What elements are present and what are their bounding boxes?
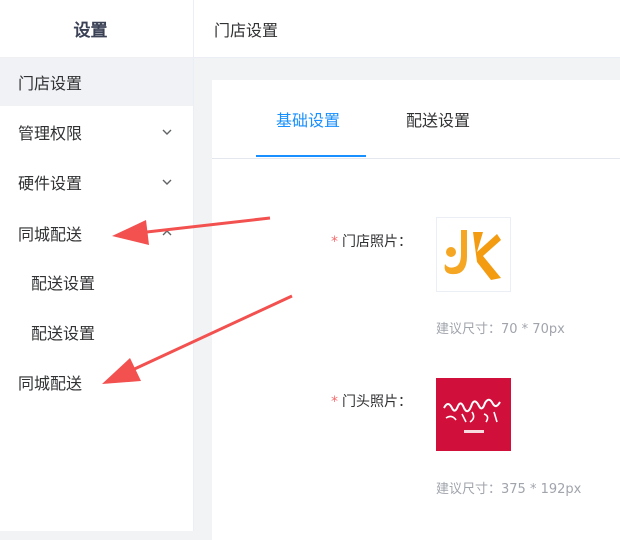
required-mark: * [331,234,338,250]
storefront-photo-label: * 门头照片： [312,391,412,411]
sidebar-item-label: 硬件设置 [18,174,83,193]
sidebar-item-hardware[interactable]: 硬件设置 [0,158,193,206]
breadcrumb: 门店设置 [214,20,279,40]
tab-basic-settings[interactable]: 基础设置 [276,108,340,158]
sidebar-item-local-delivery[interactable]: 同城配送 [0,209,193,257]
sidebar: 设置 门店设置 管理权限 硬件设置 同城配送 配送设置 配送设置 同城配送 [0,0,194,531]
tab-bar: 基础设置 配送设置 [212,80,620,159]
store-photo-hint: 建议尺寸：70 * 70px [436,322,565,337]
sidebar-item-label: 配送设置 [31,274,96,293]
sidebar-item-permissions[interactable]: 管理权限 [0,108,193,156]
sidebar-item-local-delivery-2[interactable]: 同城配送 [0,358,193,406]
sidebar-title: 设置 [0,0,193,58]
store-photo-upload[interactable] [436,217,511,292]
storefront-photo-hint: 建议尺寸：375 * 192px [436,482,582,497]
chevron-up-icon [162,230,172,236]
sidebar-item-label: 门店设置 [18,74,83,93]
sidebar-subitem-delivery-settings-1[interactable]: 配送设置 [0,258,193,306]
chevron-down-icon [162,179,172,185]
tab-delivery-settings[interactable]: 配送设置 [406,108,470,158]
required-mark: * [331,394,338,410]
store-photo-label: * 门店照片： [312,231,412,251]
sidebar-item-label: 配送设置 [31,324,96,343]
storefront-photo-upload[interactable] [436,378,511,451]
settings-card: 基础设置 配送设置 * 门店照片： 建议尺寸：70 * 70px * 门头照片： 建… [212,80,620,540]
storefront-banner-image [443,398,501,433]
sidebar-item-label: 同城配送 [18,225,83,244]
store-photo-label-text: 门店照片： [342,234,412,250]
chevron-down-icon [162,129,172,135]
store-logo-image [444,230,501,280]
top-header: 门店设置 [194,0,620,58]
sidebar-item-label: 同城配送 [18,374,83,393]
sidebar-item-label: 管理权限 [18,124,83,143]
sidebar-item-store-settings[interactable]: 门店设置 [0,58,193,106]
active-tab-indicator [256,155,366,157]
sidebar-subitem-delivery-settings-2[interactable]: 配送设置 [0,308,193,356]
storefront-photo-label-text: 门头照片： [342,394,412,410]
